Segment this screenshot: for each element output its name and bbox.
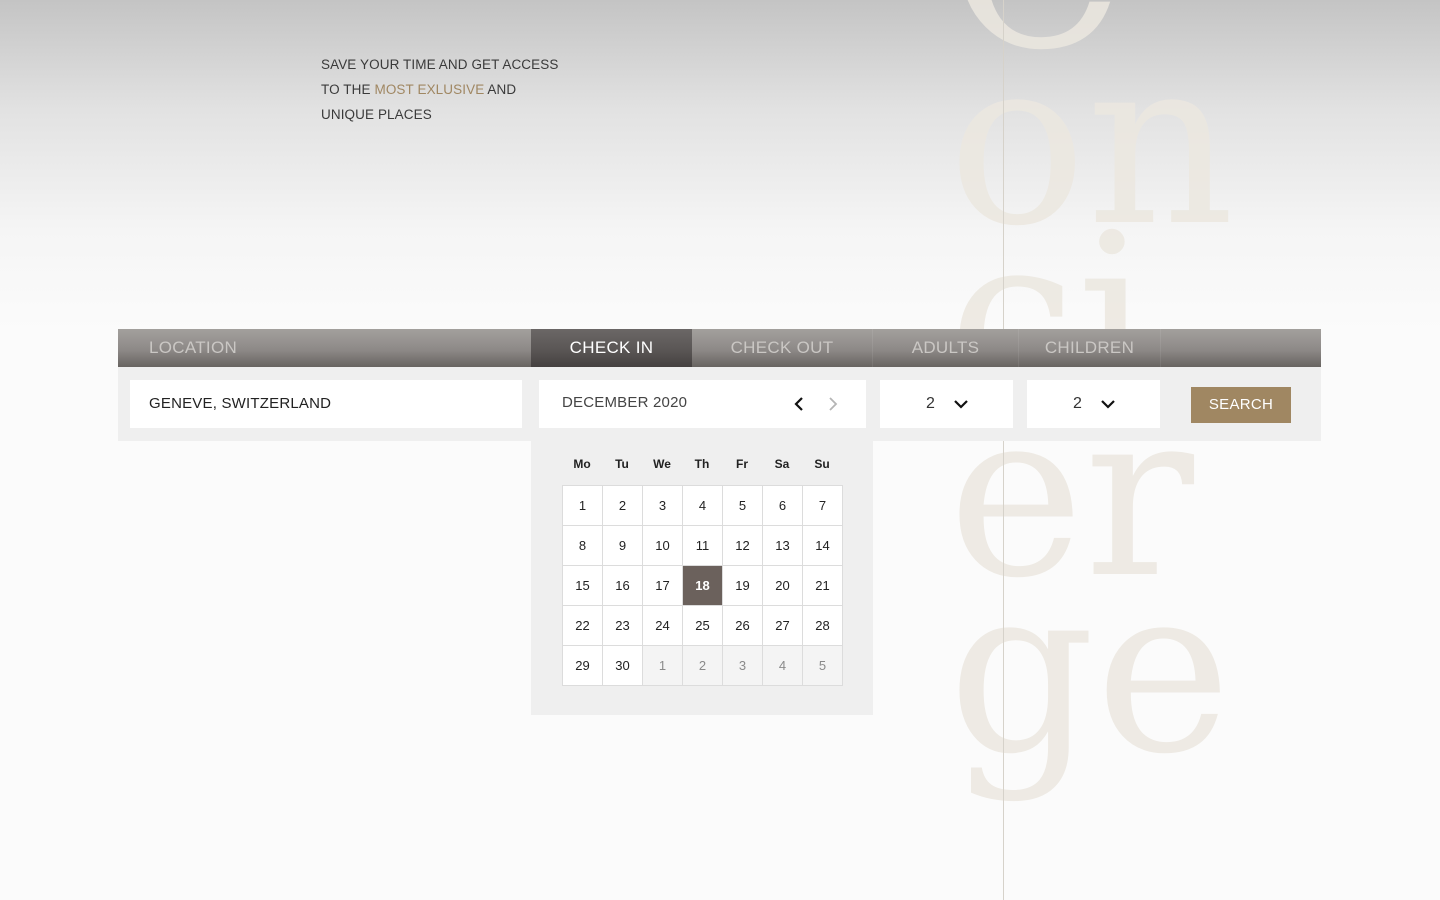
tagline-line-3: UNIQUE PLACES: [321, 107, 432, 122]
decorative-vertical-line: [1003, 0, 1004, 900]
calendar-day-grid: 1 2 3 4 5 6 7 8 9 10 11 12 13 14 15 16 17 18 19 20 21 22 23 24 2…: [562, 485, 843, 686]
calendar-day[interactable]: 26: [723, 606, 763, 646]
tab-check-out[interactable]: CHECK OUT: [692, 329, 873, 367]
adults-value: 2: [926, 395, 935, 412]
tab-children[interactable]: CHILDREN: [1019, 329, 1161, 367]
weekday-label: Th: [694, 457, 710, 471]
calendar-day[interactable]: 20: [763, 566, 803, 606]
weekday-label: Sa: [774, 457, 790, 471]
calendar-day[interactable]: 7: [803, 486, 843, 526]
tagline-accent-text: MOST EXLUSIVE: [374, 82, 485, 97]
calendar-day[interactable]: 10: [643, 526, 683, 566]
weekday-header: Mo Tu We Th Fr Sa Su: [562, 457, 842, 471]
calendar-day[interactable]: 25: [683, 606, 723, 646]
month-label: DECEMBER 2020: [562, 394, 688, 411]
calendar-day[interactable]: 28: [803, 606, 843, 646]
calendar-day[interactable]: 14: [803, 526, 843, 566]
location-field[interactable]: GENEVE, SWITZERLAND: [130, 380, 522, 428]
chevron-down-icon: [1100, 396, 1116, 412]
next-month-button[interactable]: [824, 394, 842, 414]
calendar-day-next-month[interactable]: 3: [723, 646, 763, 686]
calendar-dropdown: Mo Tu We Th Fr Sa Su 1 2 3 4 5 6 7 8 9 10 11 12 13 14…: [531, 441, 873, 715]
calendar-day[interactable]: 9: [603, 526, 643, 566]
calendar-day[interactable]: 6: [763, 486, 803, 526]
calendar-day[interactable]: 22: [563, 606, 603, 646]
tab-adults[interactable]: ADULTS: [873, 329, 1019, 367]
calendar-day[interactable]: 16: [603, 566, 643, 606]
calendar-day[interactable]: 12: [723, 526, 763, 566]
tagline-line-2-suffix: AND: [484, 82, 517, 97]
prev-month-button[interactable]: [790, 394, 808, 414]
tab-check-in[interactable]: CHECK IN: [531, 329, 692, 367]
calendar-day[interactable]: 30: [603, 646, 643, 686]
calendar-day[interactable]: 2: [603, 486, 643, 526]
chevron-left-icon: [794, 397, 803, 411]
booking-tab-bar: LOCATION CHECK IN CHECK OUT ADULTS CHILD…: [118, 329, 1321, 367]
weekday-label: Fr: [736, 457, 748, 471]
calendar-day[interactable]: 24: [643, 606, 683, 646]
calendar-day-next-month[interactable]: 4: [763, 646, 803, 686]
calendar-day[interactable]: 23: [603, 606, 643, 646]
weekday-label: We: [653, 457, 671, 471]
calendar-day[interactable]: 5: [723, 486, 763, 526]
calendar-day-next-month[interactable]: 5: [803, 646, 843, 686]
tab-location[interactable]: LOCATION: [149, 329, 529, 367]
calendar-day[interactable]: 8: [563, 526, 603, 566]
booking-search-bar: GENEVE, SWITZERLAND DECEMBER 2020 2 2 SE…: [118, 367, 1321, 441]
calendar-day[interactable]: 13: [763, 526, 803, 566]
calendar-day[interactable]: 1: [563, 486, 603, 526]
location-value: GENEVE, SWITZERLAND: [149, 395, 332, 412]
tagline-line-2: TO THE MOST EXLUSIVE AND: [321, 77, 558, 102]
weekday-label: Su: [814, 457, 830, 471]
calendar-day[interactable]: 29: [563, 646, 603, 686]
calendar-day[interactable]: 4: [683, 486, 723, 526]
calendar-day-next-month[interactable]: 1: [643, 646, 683, 686]
calendar-day-selected[interactable]: 18: [683, 566, 723, 606]
tagline: SAVE YOUR TIME AND GET ACCESS TO THE MOS…: [321, 52, 558, 127]
weekday-label: Tu: [615, 457, 629, 471]
chevron-right-icon: [829, 397, 838, 411]
adults-select[interactable]: 2: [880, 380, 1013, 428]
calendar-day[interactable]: 21: [803, 566, 843, 606]
search-button[interactable]: SEARCH: [1191, 387, 1291, 423]
tagline-line-1: SAVE YOUR TIME AND GET ACCESS: [321, 57, 559, 72]
calendar-day[interactable]: 15: [563, 566, 603, 606]
calendar-day[interactable]: 19: [723, 566, 763, 606]
tagline-line-2-prefix: TO THE: [321, 82, 375, 97]
calendar-day[interactable]: 27: [763, 606, 803, 646]
calendar-day[interactable]: 3: [643, 486, 683, 526]
chevron-down-icon: [953, 396, 969, 412]
children-select[interactable]: 2: [1027, 380, 1160, 428]
children-value: 2: [1073, 395, 1082, 412]
calendar-day-next-month[interactable]: 2: [683, 646, 723, 686]
calendar-day[interactable]: 11: [683, 526, 723, 566]
calendar-day[interactable]: 17: [643, 566, 683, 606]
weekday-label: Mo: [573, 457, 591, 471]
month-selector: DECEMBER 2020: [539, 380, 866, 428]
